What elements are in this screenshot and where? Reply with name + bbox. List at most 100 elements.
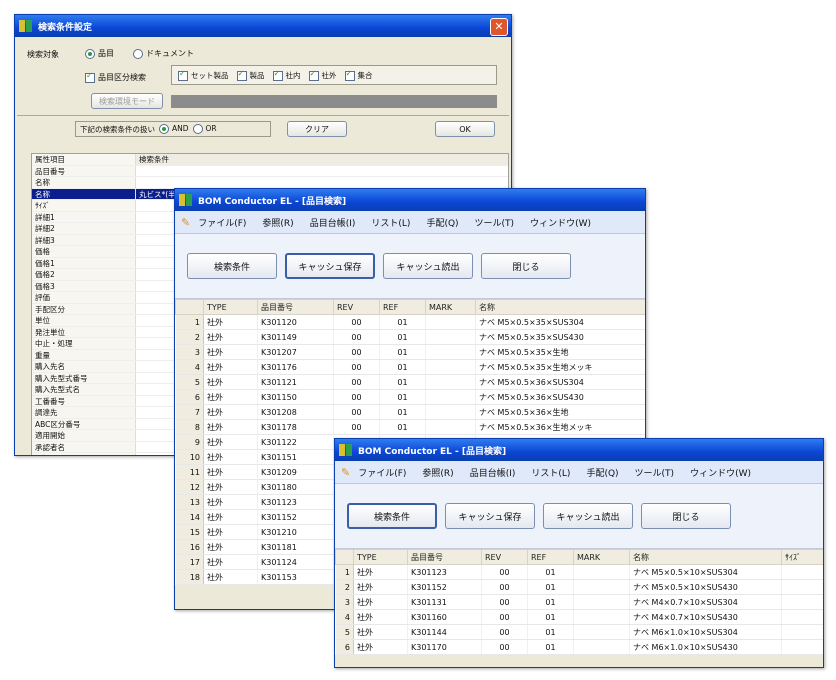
col-rev[interactable]: REV: [333, 299, 380, 315]
checkbox-icon[interactable]: [85, 71, 95, 83]
cell-type: 社外: [203, 329, 258, 345]
table-row[interactable]: 2 社外 K301152 00 01 ナベ M5×0.5×10×SUS430: [335, 579, 823, 595]
table-row[interactable]: 2 社外 K301149 00 01 ナベ M5×0.5×35×SUS430: [175, 329, 645, 345]
cell-name: ナベ M5×0.5×35×SUS304: [475, 314, 645, 330]
and-option[interactable]: AND: [159, 124, 189, 134]
col-ref[interactable]: REF: [527, 549, 574, 565]
table-row[interactable]: 5 社外 K301144 00 01 ナベ M6×1.0×10×SUS304: [335, 624, 823, 640]
col-name[interactable]: 名称: [629, 549, 782, 565]
menu-window[interactable]: ウィンドウ(W): [690, 466, 751, 479]
cache-save-button[interactable]: キャッシュ保存: [445, 503, 535, 529]
cell-name: ナベ M4×0.7×10×SUS430: [629, 609, 782, 625]
col-size[interactable]: ｻｲｽﾞ: [781, 549, 823, 565]
radio-icon[interactable]: [192, 124, 203, 134]
condition-value-field[interactable]: [136, 177, 508, 188]
table-row[interactable]: 3 社外 K301207 00 01 ナベ M5×0.5×35×生地: [175, 344, 645, 360]
menu-window[interactable]: ウィンドウ(W): [530, 216, 591, 229]
item-class-product[interactable]: 製品: [236, 69, 265, 81]
close-button[interactable]: 閉じる: [481, 253, 571, 279]
item-class-external[interactable]: 社外: [308, 69, 337, 81]
row-number: 14: [175, 509, 204, 525]
menu-list[interactable]: リスト(L): [371, 216, 410, 229]
search-condition-button[interactable]: 検索条件: [347, 503, 437, 529]
radio-icon[interactable]: [133, 48, 143, 59]
col-rev[interactable]: REV: [481, 549, 528, 565]
col-mark[interactable]: MARK: [573, 549, 630, 565]
cache-load-button[interactable]: キャッシュ読出: [383, 253, 473, 279]
cell-item-number: K301181: [257, 539, 334, 555]
col-type[interactable]: TYPE: [203, 299, 258, 315]
cell-rev: 00: [333, 359, 380, 375]
ok-button[interactable]: OK: [435, 121, 495, 137]
menu-reference[interactable]: 参照(R): [262, 216, 293, 229]
menu-order[interactable]: 手配(Q): [426, 216, 458, 229]
target-option-item[interactable]: 品目: [85, 48, 114, 59]
target-option-document[interactable]: ドキュメント: [133, 48, 194, 59]
menu-item-ledger[interactable]: 品目台帳(I): [310, 216, 356, 229]
menu-order[interactable]: 手配(Q): [586, 466, 618, 479]
col-ref[interactable]: REF: [379, 299, 426, 315]
row-number: 10: [175, 449, 204, 465]
cell-ref: 01: [379, 419, 426, 435]
checkbox-icon[interactable]: [178, 69, 188, 81]
item-class-set-product[interactable]: セット製品: [178, 69, 229, 81]
condition-value-field[interactable]: [136, 166, 508, 177]
checkbox-icon[interactable]: [272, 69, 283, 81]
menu-reference[interactable]: 参照(R): [422, 466, 453, 479]
cell-item-number: K301208: [257, 404, 334, 420]
col-item-number[interactable]: 品目番号: [407, 549, 482, 565]
cell-type: 社外: [353, 639, 408, 655]
cell-ref: 01: [527, 624, 574, 640]
menu-file[interactable]: ファイル(F): [358, 466, 406, 479]
table-row[interactable]: 5 社外 K301121 00 01 ナベ M5×0.5×36×SUS304: [175, 374, 645, 390]
table-row[interactable]: 4 社外 K301176 00 01 ナベ M5×0.5×35×生地メッキ: [175, 359, 645, 375]
item-class-toggle[interactable]: 品目区分検索: [85, 71, 146, 83]
condition-attribute: 価格2: [32, 269, 136, 280]
app-menu-icon[interactable]: ✎: [181, 216, 190, 229]
condition-attribute: 価格: [32, 246, 136, 257]
item-class-group: セット製品 製品 社内 社外 集合: [171, 65, 497, 85]
condition-attribute: 詳細2: [32, 223, 136, 234]
cell-item-number: K301207: [257, 344, 334, 360]
condition-row[interactable]: 品目番号: [32, 165, 508, 177]
checkbox-icon[interactable]: [236, 69, 247, 81]
cache-load-button[interactable]: キャッシュ読出: [543, 503, 633, 529]
col-item-number[interactable]: 品目番号: [257, 299, 334, 315]
menu-list[interactable]: リスト(L): [531, 466, 570, 479]
or-option[interactable]: OR: [192, 124, 217, 134]
checkbox-icon[interactable]: [344, 69, 355, 81]
col-type[interactable]: TYPE: [353, 549, 408, 565]
search-condition-button[interactable]: 検索条件: [187, 253, 277, 279]
close-button[interactable]: 閉じる: [641, 503, 731, 529]
table-row[interactable]: 4 社外 K301160 00 01 ナベ M4×0.7×10×SUS430: [335, 609, 823, 625]
app-menu-icon[interactable]: ✎: [341, 466, 350, 479]
table-row[interactable]: 1 社外 K301120 00 01 ナベ M5×0.5×35×SUS304: [175, 314, 645, 330]
item-class-internal[interactable]: 社内: [272, 69, 301, 81]
table-row[interactable]: 1 社外 K301123 00 01 ナベ M5×0.5×10×SUS304: [335, 564, 823, 580]
cell-item-number: K301153: [257, 569, 334, 585]
item-class-assembly[interactable]: 集合: [344, 69, 373, 81]
clear-button[interactable]: クリア: [287, 121, 347, 137]
dialog-title: 検索条件設定: [38, 22, 93, 33]
radio-icon[interactable]: [159, 124, 169, 134]
col-mark[interactable]: MARK: [425, 299, 476, 315]
table-row[interactable]: 8 社外 K301178 00 01 ナベ M5×0.5×36×生地メッキ: [175, 419, 645, 435]
cache-save-button[interactable]: キャッシュ保存: [285, 253, 375, 279]
table-row[interactable]: 3 社外 K301131 00 01 ナベ M4×0.7×10×SUS304: [335, 594, 823, 610]
checkbox-icon[interactable]: [308, 69, 319, 81]
condition-row[interactable]: 名称: [32, 177, 508, 189]
search-config-button[interactable]: 検索環境モード: [91, 93, 163, 109]
cell-rev: 00: [333, 419, 380, 435]
cell-size: [781, 624, 823, 640]
menu-tools[interactable]: ツール(T): [475, 216, 515, 229]
close-icon[interactable]: ✕: [490, 18, 508, 36]
table-row[interactable]: 7 社外 K301208 00 01 ナベ M5×0.5×36×生地: [175, 404, 645, 420]
radio-icon[interactable]: [85, 48, 95, 59]
menu-tools[interactable]: ツール(T): [635, 466, 675, 479]
table-row[interactable]: 6 社外 K301170 00 01 ナベ M6×1.0×10×SUS430: [335, 639, 823, 655]
table-row[interactable]: 6 社外 K301150 00 01 ナベ M5×0.5×36×SUS430: [175, 389, 645, 405]
menu-item-ledger[interactable]: 品目台帳(I): [470, 466, 516, 479]
separator: [17, 115, 509, 116]
col-name[interactable]: 名称: [475, 299, 645, 315]
menu-file[interactable]: ファイル(F): [198, 216, 246, 229]
